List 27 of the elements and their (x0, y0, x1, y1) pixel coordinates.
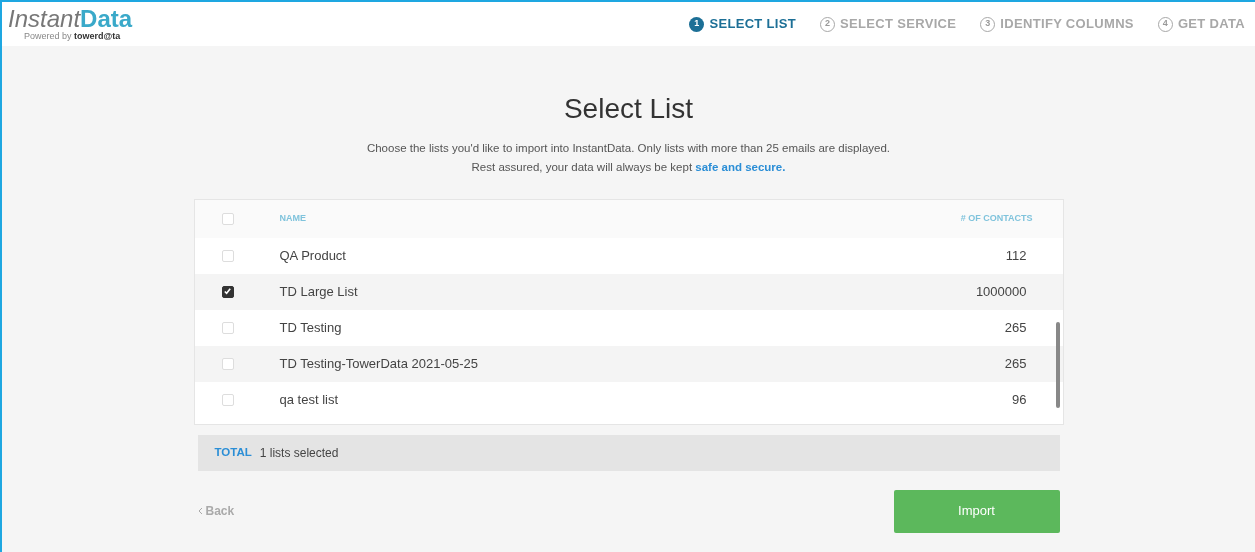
total-value: 1 lists selected (259, 444, 339, 462)
logo[interactable]: InstantData Powered by towerd@ta (8, 7, 133, 41)
total-label: TOTAL (214, 444, 252, 460)
table-cell-text: qa test list (279, 390, 339, 409)
safe-secure-link[interactable]: safe and secure. (695, 161, 786, 174)
column-header: NAME (279, 211, 306, 225)
column-header: # OF CONTACTS (960, 211, 1033, 225)
step-tab[interactable]: 3 IDENTIFY COLUMNS (980, 14, 1134, 34)
table-cell-text: 265 (1004, 354, 1027, 373)
table-cell-text: 112 (1005, 246, 1027, 265)
table-cell-text: TD Testing-TowerData 2021-05-25 (279, 354, 478, 373)
step-tab[interactable]: 4 GET DATA (1157, 14, 1245, 34)
table-cell-text: QA Product (279, 246, 346, 265)
step-tab[interactable]: 2 SELECT SERVICE (820, 14, 957, 34)
page-title: Select List (563, 92, 694, 126)
step-tab[interactable]: 1 SELECT LIST (689, 14, 797, 34)
table-cell-text: TD Testing (279, 318, 342, 337)
chevron-left-icon (197, 507, 203, 515)
table-cell-text: 96 (1012, 390, 1027, 409)
checkbox[interactable] (221, 285, 234, 298)
back-link[interactable]: Back (197, 502, 235, 520)
description-text: Choose the lists you'd like to import into InstantData. Only lists with more than 25 emails are displayed. (366, 141, 891, 156)
import-button[interactable]: Import (893, 489, 1060, 533)
table-cell-text: TD Large List (279, 282, 358, 301)
table-cell-text: 1000000 (975, 282, 1027, 301)
assurance-text: Rest assured, your data will always be kept safe and secure. (471, 160, 786, 176)
table-cell-text: 265 (1004, 318, 1027, 337)
